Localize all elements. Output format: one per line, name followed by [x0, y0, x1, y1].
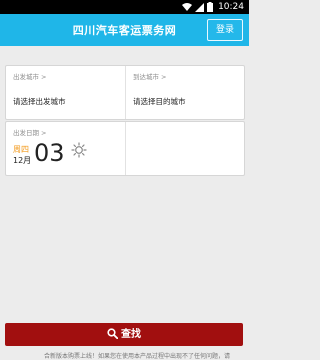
- signal-icon: [195, 2, 204, 12]
- battery-icon: [207, 2, 213, 12]
- departure-date-selector[interactable]: 出发日期 > 周四 12月 03: [6, 122, 126, 175]
- arrival-city-value: 请选择目的城市: [133, 97, 186, 106]
- departure-city-value: 请选择出发城市: [13, 97, 66, 106]
- sun-icon: [71, 142, 87, 158]
- clock: 10:24: [218, 2, 244, 12]
- search-button[interactable]: 查找: [5, 323, 243, 346]
- status-bar: 10:24: [0, 0, 249, 14]
- day-number: 03: [34, 139, 65, 167]
- search-button-content: 查找: [5, 328, 243, 341]
- chevron-right-icon: >: [161, 73, 167, 81]
- empty-cell: [126, 122, 244, 175]
- departure-date-label: 出发日期 >: [13, 129, 47, 137]
- arrival-city-selector[interactable]: 到达城市 > 请选择目的城市: [126, 66, 244, 119]
- app-header: 四川汽车客运票务网 登录: [0, 14, 249, 46]
- login-button[interactable]: 登录: [207, 19, 243, 41]
- departure-city-selector[interactable]: 出发城市 > 请选择出发城市: [6, 66, 126, 119]
- wifi-icon: [182, 2, 192, 11]
- arrival-city-label: 到达城市 >: [133, 73, 167, 81]
- chevron-right-icon: >: [41, 129, 47, 137]
- search-icon: [107, 328, 119, 340]
- month: 12月: [13, 156, 32, 165]
- weekday: 周四: [13, 145, 29, 154]
- chevron-right-icon: >: [41, 73, 47, 81]
- departure-city-label: 出发城市 >: [13, 73, 47, 81]
- status-icons: [182, 2, 213, 12]
- search-button-label: 查找: [121, 329, 141, 340]
- date-card: 出发日期 > 周四 12月 03: [5, 121, 245, 176]
- route-card: 出发城市 > 请选择出发城市 到达城市 > 请选择目的城市: [5, 65, 245, 120]
- notice-text: 合新版本购票上线！如果您在使用本产品过程中出现不了任何问题，请: [44, 353, 231, 360]
